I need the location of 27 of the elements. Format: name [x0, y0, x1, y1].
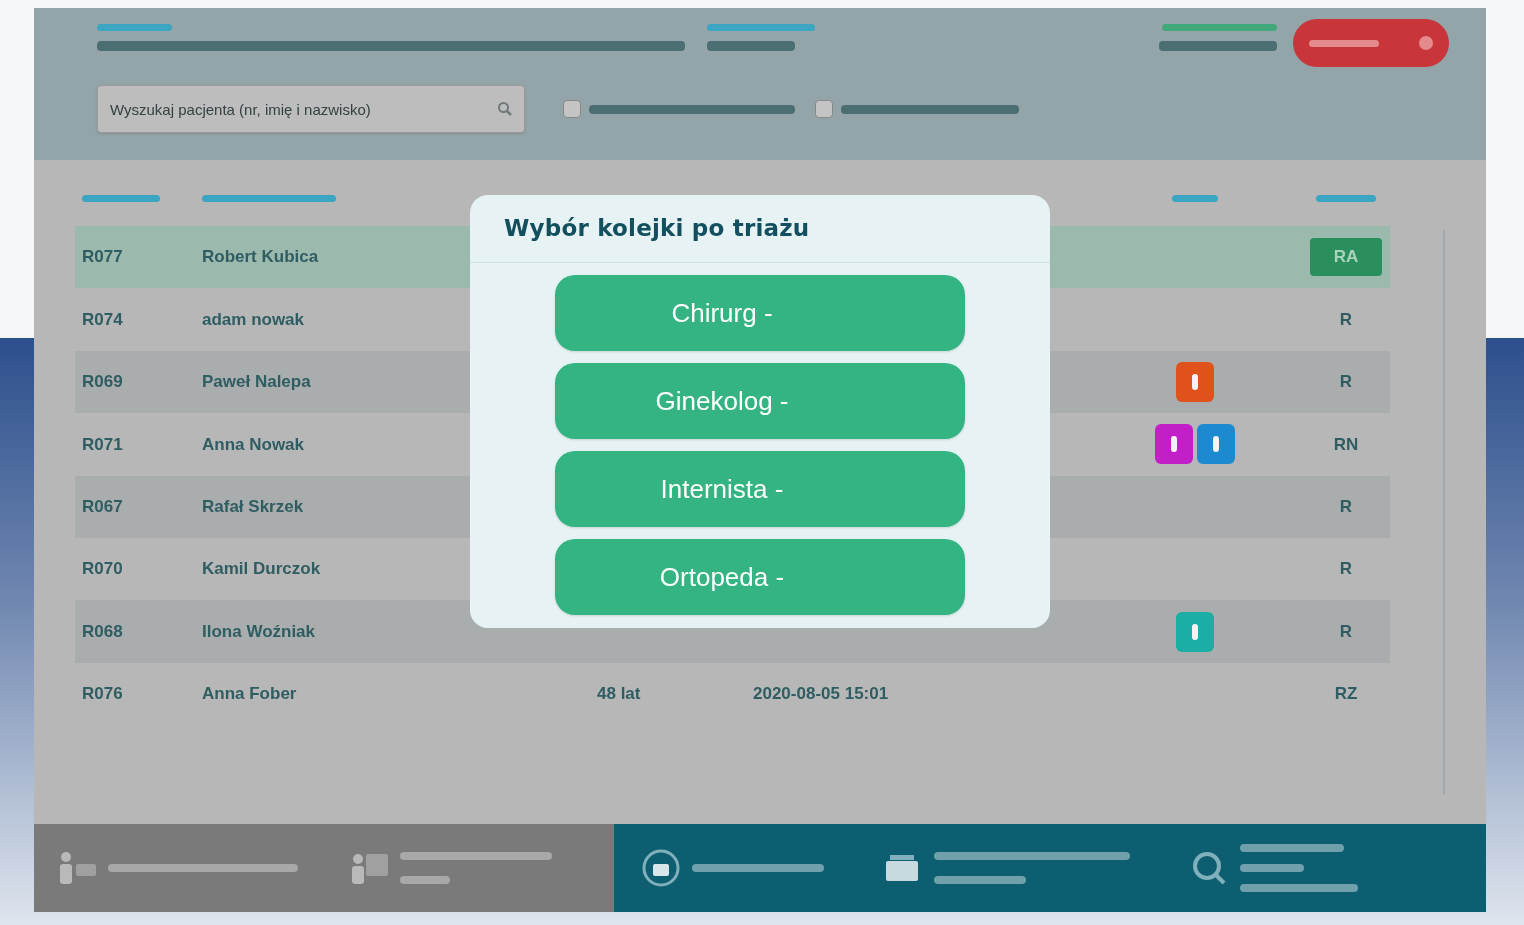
patient-number: R069 [82, 372, 123, 392]
status-text: R [1339, 496, 1353, 518]
patient-name: Anna Fober [202, 684, 297, 704]
patient-name: adam nowak [202, 309, 305, 329]
status-text: R [1339, 620, 1353, 643]
patient-age: 48 lat [597, 684, 641, 704]
patient-number: R067 [82, 497, 123, 516]
patient-number: R076 [82, 684, 123, 704]
status-text: RZ [1334, 683, 1358, 706]
patient-name: Paweł Nalepa [202, 372, 311, 392]
patient-number: R068 [82, 621, 123, 641]
patient-number: R070 [82, 559, 123, 579]
patient-number: R077 [82, 247, 123, 267]
patient-name: Anna Nowak [202, 434, 305, 454]
status-text: R [1339, 308, 1353, 331]
registration-time: 2020-08-05 15:01 [753, 684, 889, 704]
patient-name: Kamil Durczok [202, 559, 321, 579]
patient-number: R074 [82, 309, 123, 329]
status-badge: RA [1310, 238, 1382, 277]
dialog-title: Wybór kolejki po triażu [504, 214, 810, 244]
patient-number: R071 [82, 434, 123, 454]
patient-name: Robert Kubica [202, 247, 319, 267]
patient-name: Ilona Woźniak [202, 621, 316, 641]
status-text: R [1339, 371, 1353, 394]
status-text: RN [1333, 433, 1359, 456]
status-text: R [1339, 558, 1353, 581]
patient-name: Rafał Skrzek [202, 497, 304, 516]
